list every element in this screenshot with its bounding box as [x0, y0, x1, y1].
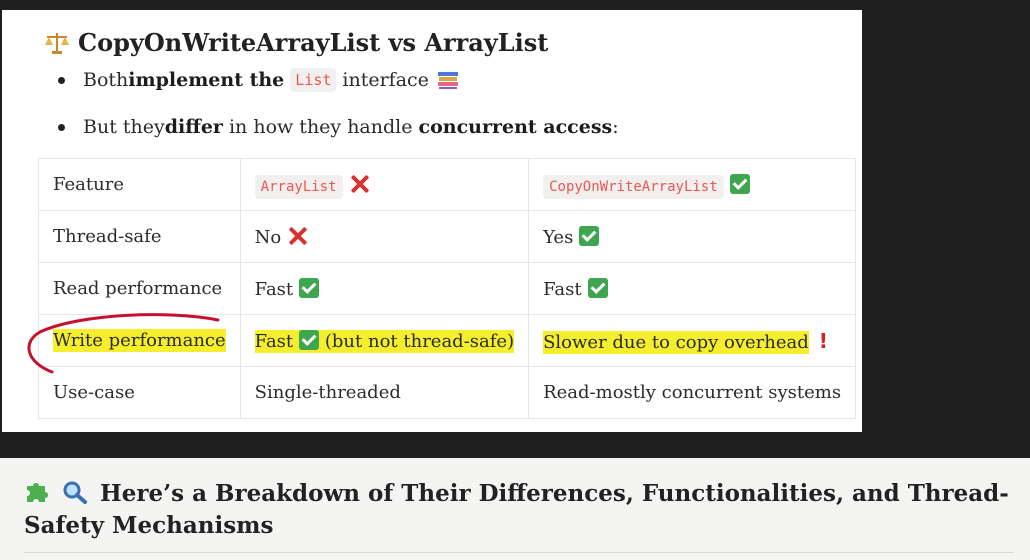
- table-row: Read performance Fast Fast: [38, 262, 857, 315]
- books-icon: [437, 72, 458, 89]
- cell-text: Yes: [543, 226, 574, 248]
- cell-text: Fast: [543, 278, 582, 300]
- table-cell: Slower due to copy overhead!: [528, 314, 857, 367]
- inline-code: List: [290, 68, 337, 92]
- puzzle-icon: [27, 483, 48, 502]
- bullet-text-pre: Both: [83, 69, 129, 91]
- table-cell: Thread-safe: [38, 210, 241, 263]
- section-heading: CopyOnWriteArrayList vs ArrayList: [44, 28, 548, 57]
- bullet-text-post: :: [612, 116, 619, 138]
- balance-scale-icon: [45, 32, 69, 54]
- bullet-dot: [58, 123, 65, 131]
- highlighted-text: Write performance: [53, 329, 226, 352]
- cross-mark-icon: [287, 225, 309, 247]
- highlighted-text: Fast (but not thread-safe): [254, 329, 515, 353]
- table-cell: Feature: [38, 158, 241, 211]
- section-title: CopyOnWriteArrayList vs ArrayList: [78, 28, 549, 57]
- table-row: Write performance Fast (but not thread-s…: [38, 314, 857, 367]
- table-cell: Yes: [528, 210, 857, 263]
- cell-text: No: [254, 227, 282, 248]
- bullet-item: But they differ in how they handle concu…: [58, 116, 619, 138]
- table-row: Thread-safe No Yes: [38, 210, 857, 263]
- bullet-dot: [58, 76, 65, 84]
- check-mark-icon: [729, 173, 750, 194]
- bullet-item: Both implement the List interface: [58, 68, 459, 92]
- cross-mark-icon: [349, 173, 371, 195]
- highlighted-text: Slower due to copy overhead: [543, 330, 809, 354]
- check-mark-icon: [299, 329, 320, 350]
- bullet-text-bold: concurrent access: [418, 116, 613, 138]
- bullet-text-bold: differ: [164, 116, 223, 138]
- comparison-table: Feature ArrayList CopyOnWriteArrayList T…: [38, 158, 857, 419]
- table-cell: Fast: [528, 262, 857, 315]
- magnifier-icon: [63, 481, 88, 504]
- cell-text: Fast: [254, 278, 294, 300]
- inline-code: CopyOnWriteArrayList: [543, 174, 724, 199]
- table-cell: Fast (but not thread-safe): [239, 314, 530, 367]
- table-cell: Read-mostly concurrent systems: [528, 366, 857, 419]
- check-mark-icon: [299, 277, 320, 298]
- bullet-text-bold: implement the: [128, 69, 285, 91]
- table-cell: Write performance: [38, 314, 241, 367]
- cell-text-suffix: (but not thread-safe): [324, 330, 515, 352]
- inline-code: ArrayList: [254, 175, 343, 199]
- next-section-title: Here’s a Breakdown of Their Differences,…: [24, 480, 1009, 539]
- check-mark-icon: [587, 277, 608, 298]
- table-cell: Fast: [239, 262, 530, 315]
- exclamation-icon: !: [818, 328, 828, 353]
- table-cell: No: [239, 210, 530, 263]
- bullet-text-mid: in how they handle: [222, 116, 419, 138]
- table-cell: Read performance: [38, 262, 241, 315]
- bullet-text-pre: But they: [83, 116, 165, 138]
- table-cell: Use-case: [38, 366, 241, 419]
- table-row: Use-case Single-threaded Read-mostly con…: [38, 366, 857, 419]
- check-mark-icon: [579, 225, 600, 246]
- table-cell: Single-threaded: [239, 366, 530, 419]
- table-cell: ArrayList: [239, 158, 530, 211]
- table-cell: CopyOnWriteArrayList: [528, 158, 857, 211]
- table-header-row: Feature ArrayList CopyOnWriteArrayList: [38, 158, 857, 211]
- cell-text: Fast: [254, 330, 294, 352]
- next-section-heading: Here’s a Breakdown of Their Differences,…: [24, 478, 1014, 542]
- divider: [24, 552, 1014, 553]
- bullet-text-post: interface: [342, 69, 429, 91]
